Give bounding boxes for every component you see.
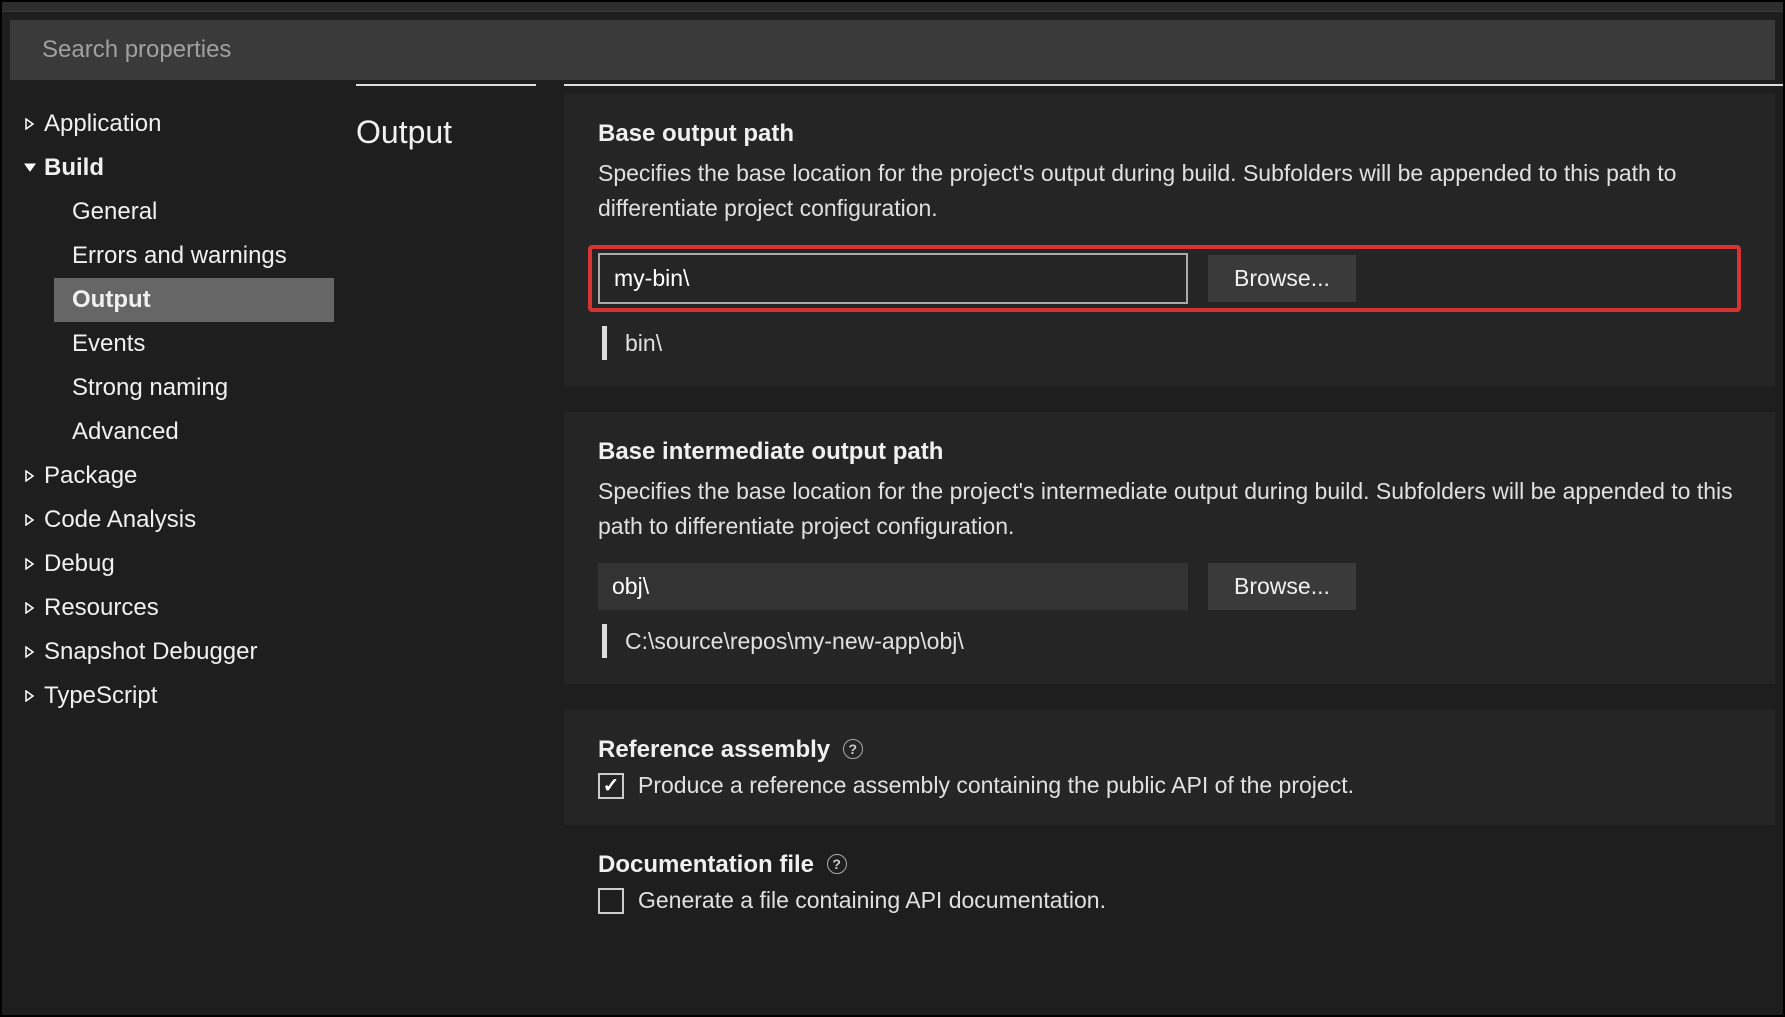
intermediate-input-row: Browse...	[598, 563, 1741, 610]
reference-title-text: Reference assembly	[598, 736, 830, 763]
documentation-title-text: Documentation file	[598, 851, 814, 878]
sidebar-item-debug[interactable]: Debug	[14, 542, 334, 586]
sidebar-item-label: Snapshot Debugger	[44, 638, 258, 666]
sidebar-build-children: General Errors and warnings Output Event…	[14, 190, 334, 454]
chevron-right-icon	[22, 118, 38, 130]
documentation-check-row: Generate a file containing API documenta…	[598, 887, 1741, 914]
sidebar-item-general[interactable]: General	[54, 190, 334, 234]
base-output-hint: bin\	[602, 326, 1741, 360]
reference-check-row: Produce a reference assembly containing …	[598, 772, 1741, 799]
base-output-desc: Specifies the base location for the proj…	[598, 156, 1741, 225]
search-input[interactable]	[42, 36, 1743, 64]
sidebar-item-errors-warnings[interactable]: Errors and warnings	[54, 234, 334, 278]
base-output-input[interactable]	[598, 253, 1188, 304]
sidebar-item-label: Build	[44, 154, 104, 182]
documentation-checkbox[interactable]	[598, 888, 624, 914]
reference-label: Produce a reference assembly containing …	[638, 772, 1354, 799]
intermediate-hint-text: C:\source\repos\my-new-app\obj\	[625, 628, 964, 655]
base-output-panel: Base output path Specifies the base loca…	[564, 94, 1775, 386]
search-bar	[10, 20, 1775, 80]
chevron-right-icon	[22, 602, 38, 614]
intermediate-title: Base intermediate output path	[598, 438, 1741, 466]
hint-bar-icon	[602, 326, 607, 360]
sidebar-item-package[interactable]: Package	[14, 454, 334, 498]
reference-title: Reference assembly ?	[598, 736, 1741, 764]
section-heading: Output	[356, 114, 536, 151]
base-output-input-row: Browse...	[588, 245, 1741, 312]
chevron-right-icon	[22, 646, 38, 658]
sidebar-item-advanced[interactable]: Advanced	[54, 410, 334, 454]
chevron-right-icon	[22, 514, 38, 526]
sidebar-item-label: Package	[44, 462, 137, 490]
sidebar-item-label: Debug	[44, 550, 115, 578]
intermediate-desc: Specifies the base location for the proj…	[598, 474, 1741, 543]
reference-checkbox[interactable]	[598, 773, 624, 799]
sidebar-item-code-analysis[interactable]: Code Analysis	[14, 498, 334, 542]
sidebar-item-events[interactable]: Events	[54, 322, 334, 366]
sidebar-item-strong-naming[interactable]: Strong naming	[54, 366, 334, 410]
sidebar-item-label: TypeScript	[44, 682, 157, 710]
intermediate-browse-button[interactable]: Browse...	[1208, 563, 1356, 610]
intermediate-hint: C:\source\repos\my-new-app\obj\	[602, 624, 1741, 658]
base-output-hint-text: bin\	[625, 330, 662, 357]
documentation-panel: Documentation file ? Generate a file con…	[564, 851, 1775, 940]
sidebar: Application Build General Errors and war…	[2, 84, 342, 1015]
documentation-title: Documentation file ?	[598, 851, 1741, 879]
hint-bar-icon	[602, 624, 607, 658]
titlebar	[2, 2, 1783, 12]
help-icon[interactable]: ?	[827, 854, 847, 874]
reference-panel: Reference assembly ? Produce a reference…	[564, 710, 1775, 825]
sidebar-item-typescript[interactable]: TypeScript	[14, 674, 334, 718]
properties-window: Application Build General Errors and war…	[0, 0, 1785, 1017]
sidebar-item-build[interactable]: Build	[14, 146, 334, 190]
help-icon[interactable]: ?	[843, 739, 863, 759]
chevron-right-icon	[22, 690, 38, 702]
sidebar-item-label: Code Analysis	[44, 506, 196, 534]
sidebar-item-output[interactable]: Output	[54, 278, 334, 322]
base-output-browse-button[interactable]: Browse...	[1208, 255, 1356, 302]
sidebar-item-snapshot-debugger[interactable]: Snapshot Debugger	[14, 630, 334, 674]
sidebar-item-label: Resources	[44, 594, 159, 622]
base-output-title: Base output path	[598, 120, 1741, 148]
intermediate-input[interactable]	[598, 563, 1188, 610]
sidebar-item-application[interactable]: Application	[14, 102, 334, 146]
documentation-label: Generate a file containing API documenta…	[638, 887, 1106, 914]
chevron-right-icon	[22, 470, 38, 482]
content-area: Output Base output path Specifies the ba…	[342, 84, 1783, 1015]
chevron-right-icon	[22, 558, 38, 570]
chevron-down-icon	[22, 163, 38, 173]
sidebar-item-label: Application	[44, 110, 161, 138]
intermediate-output-panel: Base intermediate output path Specifies …	[564, 412, 1775, 684]
sidebar-item-resources[interactable]: Resources	[14, 586, 334, 630]
